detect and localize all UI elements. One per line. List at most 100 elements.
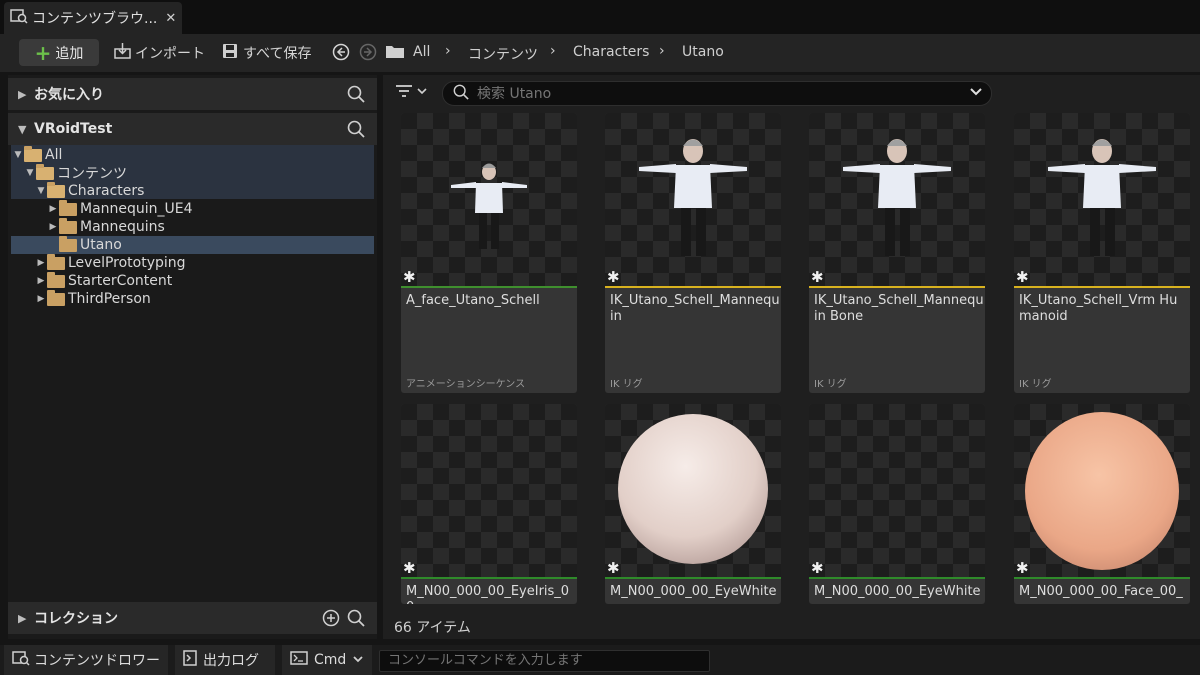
console-input[interactable]	[388, 653, 698, 668]
tree-item-label: Mannequin_UE4	[80, 201, 193, 217]
character-figure-icon	[843, 139, 951, 256]
save-all-button[interactable]: すべて保存	[222, 43, 311, 63]
asterisk-icon: ✱	[403, 268, 416, 286]
asset-tile[interactable]: ✱ IK_Utano_Schell_Mannequin Bone IK リグ	[809, 113, 985, 393]
project-title: VRoidTest	[34, 121, 113, 137]
caret-down-icon: ▼	[18, 122, 27, 136]
asset-type-label: アニメーションシーケンス	[406, 379, 526, 390]
chevron-down-icon[interactable]	[969, 85, 983, 102]
output-log-button[interactable]: 出力ログ	[175, 645, 275, 675]
close-icon[interactable]: ✕	[165, 11, 176, 26]
asset-tile[interactable]: ✱ A_face_Utano_Schell アニメーションシーケンス	[401, 113, 577, 393]
chevron-right-icon: ›	[659, 43, 665, 59]
character-figure-icon	[1048, 139, 1156, 256]
asset-tile[interactable]: ✱ M_N00_000_00_EyeWhite_	[809, 404, 985, 604]
asset-view-panel: ✱ A_face_Utano_Schell アニメーションシーケンス ✱ IK_…	[383, 75, 1200, 639]
breadcrumb-characters[interactable]: Characters	[573, 44, 649, 60]
search-icon[interactable]	[347, 120, 365, 142]
asset-thumbnail	[605, 113, 781, 286]
sources-panel: ▶ お気に入り ▼ VRoidTest ▼ All ▼ コンテンツ ▼ Charact…	[8, 75, 377, 639]
asset-name: M_N00_000_00_EyeIris_00_	[406, 584, 570, 604]
asset-thumbnail	[1014, 404, 1190, 577]
asset-name: IK_Utano_Schell_Mannequin Bone	[814, 293, 984, 324]
caret-down-icon: ▼	[14, 150, 22, 160]
tree-item-starter-content[interactable]: ▶ StarterContent	[36, 271, 173, 290]
asset-type-label: IK リグ	[610, 379, 643, 390]
tree-item-label: Mannequins	[80, 219, 165, 235]
output-log-label: 出力ログ	[203, 653, 259, 669]
folder-icon	[47, 271, 65, 288]
collections-header[interactable]: ▶ コレクション	[8, 602, 377, 634]
tree-item-label: Utano	[80, 237, 122, 253]
asset-type-bar	[809, 577, 985, 579]
tree-item-utano[interactable]: Utano	[11, 235, 374, 254]
folder-open-icon	[47, 181, 65, 198]
caret-down-icon: ▼	[26, 168, 34, 178]
add-button[interactable]: + 追加	[19, 39, 99, 66]
asset-thumbnail	[605, 404, 781, 577]
tree-item-mannequins[interactable]: ▶ Mannequins	[48, 217, 165, 236]
asset-tile[interactable]: ✱ M_N00_000_00_EyeIris_00_	[401, 404, 577, 604]
asterisk-icon: ✱	[1016, 559, 1029, 577]
asset-tile[interactable]: ✱ IK_Utano_Schell_Mannequin IK リグ	[605, 113, 781, 393]
tree-item-characters[interactable]: ▼ Characters	[36, 181, 144, 200]
asset-name: IK_Utano_Schell_Mannequin	[610, 293, 780, 324]
console-icon	[290, 651, 308, 669]
save-icon	[222, 43, 238, 63]
caret-right-icon: ▶	[37, 276, 45, 286]
search-icon[interactable]	[347, 609, 365, 631]
tree-item-label: All	[45, 147, 63, 163]
caret-right-icon: ▶	[49, 204, 57, 214]
search-input[interactable]	[477, 85, 957, 102]
tree-item-label: StarterContent	[68, 273, 173, 289]
asset-type-bar	[401, 286, 577, 288]
asset-name: M_N00_000_00_EyeWhite_	[610, 584, 777, 604]
caret-right-icon: ▶	[37, 294, 45, 304]
tab-content-browser[interactable]: コンテンツブラウ... ✕	[4, 2, 182, 34]
asset-tile[interactable]: ✱ M_N00_000_00_Face_00_	[1014, 404, 1190, 604]
tree-item-all[interactable]: ▼ All	[13, 145, 63, 164]
tree-item-third-person[interactable]: ▶ ThirdPerson	[36, 289, 151, 308]
import-button[interactable]: インポート	[114, 43, 205, 63]
import-icon	[114, 43, 132, 63]
tree-item-mannequin-ue4[interactable]: ▶ Mannequin_UE4	[48, 199, 193, 218]
asset-thumbnail	[401, 404, 577, 577]
asterisk-icon: ✱	[811, 268, 824, 286]
tree-item-level-prototyping[interactable]: ▶ LevelPrototyping	[36, 253, 186, 272]
asset-type-label: IK リグ	[1019, 379, 1052, 390]
folder-icon	[385, 43, 405, 59]
filter-icon[interactable]	[395, 83, 431, 103]
asset-tile[interactable]: ✱ IK_Utano_Schell_Vrm Humanoid IK リグ	[1014, 113, 1190, 393]
breadcrumb-contents[interactable]: コンテンツ	[468, 44, 538, 64]
forward-icon[interactable]	[359, 43, 377, 61]
console-input-box[interactable]	[379, 650, 710, 672]
asterisk-icon: ✱	[607, 559, 620, 577]
favorites-header[interactable]: ▶ お気に入り	[8, 78, 377, 110]
chevron-right-icon: ›	[550, 43, 556, 59]
asset-type-bar	[809, 286, 985, 288]
asset-thumbnail	[809, 113, 985, 286]
folder-icon	[47, 289, 65, 306]
tree-item-label: ThirdPerson	[68, 291, 151, 307]
tree-item-contents[interactable]: ▼ コンテンツ	[25, 163, 127, 182]
asset-type-bar	[401, 577, 577, 579]
asset-search-box[interactable]	[442, 81, 992, 106]
asset-name: M_N00_000_00_EyeWhite_	[814, 584, 981, 604]
content-browser-icon	[12, 650, 30, 670]
material-sphere	[1025, 412, 1179, 570]
asset-tile[interactable]: ✱ M_N00_000_00_EyeWhite_	[605, 404, 781, 604]
search-icon	[453, 84, 469, 104]
add-collection-icon[interactable]	[322, 609, 340, 631]
asterisk-icon: ✱	[607, 268, 620, 286]
character-figure-icon	[451, 163, 527, 249]
back-icon[interactable]	[332, 43, 350, 61]
search-icon[interactable]	[347, 85, 365, 107]
tab-label: コンテンツブラウ...	[32, 11, 158, 27]
breadcrumb-utano[interactable]: Utano	[682, 44, 724, 60]
breadcrumb-all[interactable]: All	[413, 44, 430, 60]
asterisk-icon: ✱	[1016, 268, 1029, 286]
content-drawer-button[interactable]: コンテンツドロワー	[4, 645, 168, 675]
project-header[interactable]: ▼ VRoidTest	[8, 113, 377, 145]
cmd-dropdown[interactable]: Cmd	[282, 645, 372, 675]
output-log-icon	[183, 650, 197, 670]
